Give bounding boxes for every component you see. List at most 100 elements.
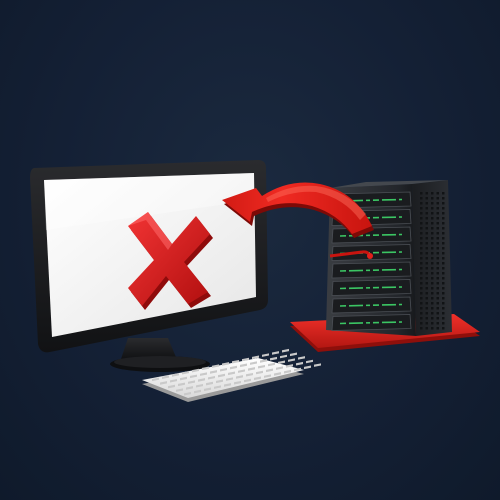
vent-hole [431, 287, 434, 290]
vent-hole [442, 202, 445, 205]
vent-hole [425, 317, 428, 320]
vent-hole [425, 292, 428, 295]
vent-hole [442, 277, 445, 280]
connection-error-illustration [30, 160, 480, 402]
vent-hole [425, 192, 428, 195]
vent-hole [420, 307, 423, 310]
vent-hole [436, 302, 439, 305]
vent-hole [425, 267, 428, 270]
vent-hole [436, 217, 439, 220]
keyboard-key [288, 358, 295, 362]
vent-hole [425, 227, 428, 230]
vent-hole [442, 197, 445, 200]
keyboard-key [296, 361, 303, 366]
vent-hole [442, 192, 445, 195]
vent-hole [420, 217, 423, 220]
keyboard-key [270, 356, 277, 361]
vent-hole [442, 217, 445, 220]
vent-hole [442, 297, 445, 300]
vent-hole [442, 327, 445, 330]
vent-hole [436, 322, 439, 325]
vent-hole [420, 247, 423, 250]
vent-hole [442, 227, 445, 230]
vent-hole [431, 297, 434, 300]
vent-hole [436, 312, 439, 315]
vent-hole [420, 277, 423, 280]
vent-hole [431, 267, 434, 270]
vent-hole [420, 267, 423, 270]
vent-hole [436, 252, 439, 255]
vent-hole [442, 222, 445, 225]
vent-hole [431, 212, 434, 215]
vent-hole [431, 272, 434, 275]
vent-hole [431, 222, 434, 225]
vent-hole [425, 202, 428, 205]
vent-hole [420, 312, 423, 315]
vent-hole [425, 287, 428, 290]
vent-hole [431, 252, 434, 255]
vent-hole [431, 232, 434, 235]
vent-hole [425, 212, 428, 215]
vent-hole [420, 297, 423, 300]
keyboard-key [304, 365, 311, 370]
vent-hole [431, 317, 434, 320]
vent-hole [442, 307, 445, 310]
vent-hole [442, 312, 445, 315]
vent-hole [425, 237, 428, 240]
vent-hole [436, 197, 439, 200]
vent-hole [442, 262, 445, 265]
vent-hole [425, 297, 428, 300]
vent-hole [420, 212, 423, 215]
vent-hole [442, 317, 445, 320]
vent-hole [436, 297, 439, 300]
vent-hole [425, 217, 428, 220]
vent-hole [420, 317, 423, 320]
vent-hole [425, 322, 428, 325]
vent-hole [436, 192, 439, 195]
vent-hole [436, 257, 439, 260]
vent-hole [436, 247, 439, 250]
vent-hole [420, 292, 423, 295]
vent-hole [436, 282, 439, 285]
vent-hole [425, 277, 428, 280]
keyboard-key [262, 353, 269, 357]
vent-hole [420, 232, 423, 235]
vent-hole [442, 302, 445, 305]
vent-hole [425, 272, 428, 275]
vent-hole [425, 242, 428, 245]
keyboard-key [278, 360, 285, 365]
vent-hole [436, 207, 439, 210]
vent-hole [442, 237, 445, 240]
vent-hole [420, 257, 423, 260]
keyboard-key [314, 363, 321, 367]
vent-hole [420, 227, 423, 230]
vent-hole [436, 287, 439, 290]
vent-hole [420, 197, 423, 200]
vent-hole [420, 262, 423, 265]
vent-hole [436, 242, 439, 245]
vent-hole [425, 262, 428, 265]
vent-hole [442, 252, 445, 255]
vent-hole [442, 257, 445, 260]
vent-hole [442, 232, 445, 235]
vent-hole [420, 327, 423, 330]
vent-hole [425, 312, 428, 315]
canvas [0, 0, 500, 500]
vent-hole [431, 277, 434, 280]
vent-hole [431, 227, 434, 230]
vent-hole [442, 247, 445, 250]
vent-hole [425, 232, 428, 235]
vent-hole [425, 302, 428, 305]
vent-hole [436, 227, 439, 230]
vent-hole [436, 317, 439, 320]
vent-hole [425, 327, 428, 330]
vent-hole [420, 282, 423, 285]
vent-hole [442, 282, 445, 285]
keyboard-key [272, 351, 279, 355]
vent-hole [431, 202, 434, 205]
vent-hole [425, 282, 428, 285]
vent-hole [436, 262, 439, 265]
vent-hole [436, 327, 439, 330]
vent-hole [420, 237, 423, 240]
vent-hole [425, 252, 428, 255]
